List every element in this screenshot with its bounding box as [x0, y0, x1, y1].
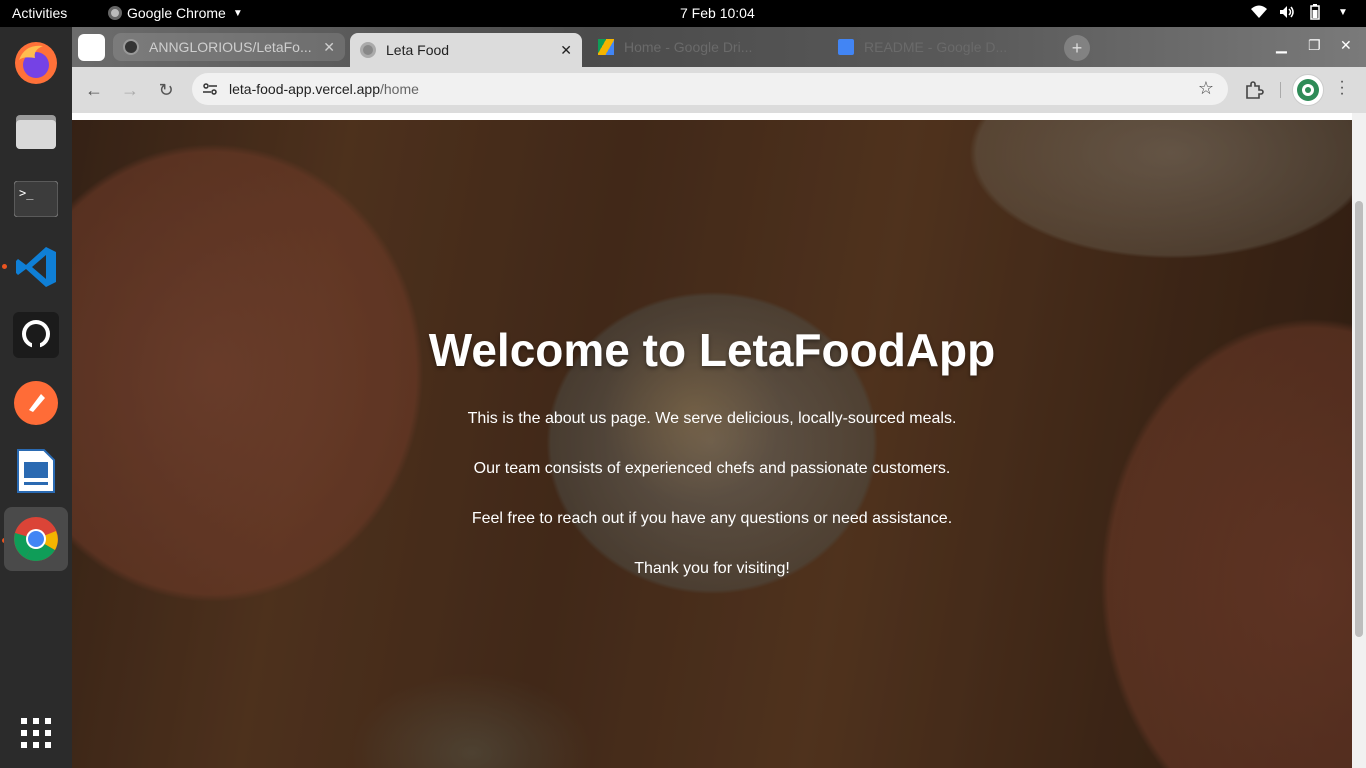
terminal-icon[interactable]: >_: [4, 167, 68, 231]
hero-section: Welcome to LetaFoodApp This is the about…: [72, 113, 1352, 768]
close-icon[interactable]: ✕: [323, 39, 335, 56]
github-icon[interactable]: [4, 303, 68, 367]
svg-text:>_: >_: [19, 186, 34, 200]
caret-down-icon: ▼: [232, 7, 243, 19]
google-docs-icon: [838, 39, 854, 55]
chevron-down-icon: ▼: [1338, 6, 1348, 18]
dock: >_: [0, 27, 72, 768]
tab-title: Home - Google Dri...: [624, 39, 753, 55]
app-name: Google Chrome: [127, 5, 226, 21]
firefox-icon[interactable]: [4, 31, 68, 95]
about-paragraph: This is the about us page. We serve deli…: [467, 410, 957, 427]
site-info-icon[interactable]: [202, 81, 218, 97]
about-paragraph: Feel free to reach out if you have any q…: [471, 510, 953, 527]
tab-google-docs[interactable]: README - Google D...: [828, 33, 1060, 61]
wifi-icon: [1250, 4, 1268, 20]
libreoffice-impress-icon[interactable]: [4, 439, 68, 503]
tab-leta-food[interactable]: Leta Food ✕: [350, 33, 582, 67]
extensions-puzzle-icon[interactable]: [1244, 80, 1264, 100]
kebab-menu-icon[interactable]: · · ·: [1338, 74, 1346, 102]
vscode-icon[interactable]: [4, 235, 68, 299]
clock[interactable]: 7 Feb 10:04: [680, 5, 755, 21]
close-window-button[interactable]: ✕: [1340, 37, 1352, 54]
maximize-button[interactable]: ❐: [1308, 37, 1321, 54]
browser-toolbar: ← → ↻ leta-food-app.vercel.app/home ☆ · ·…: [72, 67, 1366, 113]
postman-icon[interactable]: [4, 371, 68, 435]
battery-icon: [1306, 4, 1324, 20]
bookmark-star-icon[interactable]: ☆: [1198, 78, 1214, 99]
url-text: leta-food-app.vercel.app/home: [229, 81, 419, 97]
chrome-icon: [108, 6, 122, 20]
address-bar[interactable]: leta-food-app.vercel.app/home ☆: [192, 73, 1228, 105]
google-drive-icon: [598, 39, 614, 55]
forward-button[interactable]: →: [119, 79, 141, 101]
page-title: Welcome to LetaFoodApp: [428, 324, 996, 376]
app-grid-icon[interactable]: [4, 701, 68, 765]
web-page: Welcome to LetaFoodApp This is the about…: [72, 113, 1366, 768]
tab-title: Leta Food: [386, 42, 450, 58]
volume-icon: [1278, 4, 1296, 20]
chrome-window: ANNGLORIOUS/LetaFo... ✕ Leta Food ✕ Home…: [72, 27, 1366, 768]
tab-title: ANNGLORIOUS/LetaFo...: [149, 39, 312, 55]
minimize-button[interactable]: ▁: [1276, 37, 1287, 54]
reload-button[interactable]: ↻: [155, 79, 177, 101]
chrome-icon[interactable]: [4, 507, 68, 571]
tab-title: README - Google D...: [864, 39, 1008, 55]
app-menu[interactable]: Google Chrome ▼: [108, 5, 243, 21]
tab-strip: ANNGLORIOUS/LetaFo... ✕ Leta Food ✕ Home…: [72, 27, 1366, 67]
back-button[interactable]: ←: [83, 79, 105, 101]
tab-google-drive[interactable]: Home - Google Dri...: [588, 33, 820, 61]
page-scrollbar[interactable]: [1352, 113, 1366, 768]
close-icon[interactable]: ✕: [560, 42, 572, 59]
toolbar-separator: [1280, 82, 1281, 98]
about-paragraph: Thank you for visiting!: [634, 560, 790, 577]
github-favicon-icon: [123, 39, 139, 55]
system-tray[interactable]: ▼: [1250, 4, 1352, 20]
url-path: /home: [380, 81, 419, 97]
scrollbar-thumb[interactable]: [1355, 201, 1363, 637]
activities-button[interactable]: Activities: [12, 5, 67, 21]
system-top-bar: Activities Google Chrome ▼ 7 Feb 10:04 ▼: [0, 0, 1366, 27]
about-paragraph: Our team consists of experienced chefs a…: [473, 460, 951, 477]
tab-search-button[interactable]: [78, 34, 105, 61]
profile-avatar[interactable]: [1292, 74, 1324, 106]
files-icon[interactable]: [4, 99, 68, 163]
new-tab-button[interactable]: +: [1064, 35, 1090, 61]
tab-github[interactable]: ANNGLORIOUS/LetaFo... ✕: [113, 33, 345, 61]
page-favicon-icon: [360, 42, 376, 58]
url-host: leta-food-app.vercel.app: [229, 81, 380, 97]
